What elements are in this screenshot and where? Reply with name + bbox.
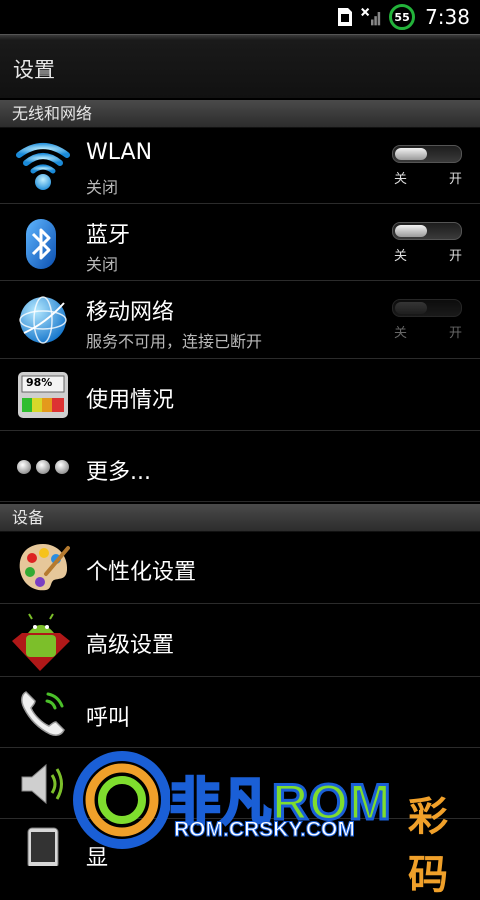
toggle-off-label: 关 xyxy=(394,172,408,187)
page-title: 设置 xyxy=(13,58,55,82)
toggle-on-label: 开 xyxy=(449,172,463,187)
settings-item-label: 显 xyxy=(86,846,109,871)
no-signal-icon xyxy=(361,7,381,26)
settings-item-mobile-network[interactable]: 移动网络 服务不可用，连接已断开 关 开 xyxy=(0,282,480,359)
settings-item-data-usage[interactable]: 98% 使用情况 xyxy=(0,360,480,431)
settings-item-summary: 服务不可用，连接已断开 xyxy=(86,332,263,351)
usage-badge: 98% xyxy=(26,376,53,389)
settings-item-sound[interactable] xyxy=(0,749,480,819)
bluetooth-toggle[interactable] xyxy=(392,222,462,240)
toggle-on-label: 开 xyxy=(449,326,463,341)
battery-level: 55 xyxy=(394,10,410,24)
settings-item-summary: 关闭 xyxy=(86,255,119,274)
settings-item-label: 使用情况 xyxy=(86,388,175,413)
settings-item-label: 个性化设置 xyxy=(86,560,197,585)
clock: 7:38 xyxy=(425,5,470,29)
settings-item-label: 高级设置 xyxy=(86,633,175,658)
toggle-off-label: 关 xyxy=(394,326,408,341)
section-header-device: 设备 xyxy=(0,504,480,532)
sd-card-icon xyxy=(338,8,353,26)
mobile-network-toggle[interactable] xyxy=(392,299,462,317)
toggle-off-label: 关 xyxy=(394,249,408,264)
settings-item-wlan[interactable]: WLAN 关闭 关 开 xyxy=(0,128,480,204)
settings-item-personalize[interactable]: 个性化设置 xyxy=(0,532,480,604)
settings-item-label: WLAN xyxy=(86,140,153,165)
android-icon xyxy=(12,613,70,671)
palette-icon xyxy=(19,544,70,591)
wlan-toggle[interactable] xyxy=(392,145,462,163)
speaker-icon xyxy=(21,763,63,805)
settings-item-label: 移动网络 xyxy=(86,300,175,325)
phone-icon xyxy=(21,691,65,736)
status-bar: 55 7:38 xyxy=(0,0,480,34)
settings-item-label: 蓝牙 xyxy=(86,223,131,248)
settings-item-bluetooth[interactable]: 蓝牙 关闭 关 开 xyxy=(0,205,480,281)
globe-icon xyxy=(19,296,67,344)
settings-item-label: 更多... xyxy=(86,460,151,485)
title-bar: 设置 xyxy=(0,34,480,98)
settings-item-label: 呼叫 xyxy=(86,706,131,731)
settings-item-more[interactable]: 更多... xyxy=(0,432,480,502)
settings-item-display[interactable]: 显 xyxy=(0,820,480,871)
settings-item-call[interactable]: 呼叫 xyxy=(0,678,480,748)
settings-item-summary: 关闭 xyxy=(86,178,119,197)
display-icon xyxy=(27,827,59,866)
settings-item-advanced[interactable]: 高级设置 xyxy=(0,605,480,677)
battery-icon: 55 xyxy=(389,4,416,30)
section-header-wireless: 无线和网络 xyxy=(0,100,480,128)
bluetooth-icon xyxy=(26,219,56,269)
more-dots-icon xyxy=(17,460,69,474)
toggle-on-label: 开 xyxy=(449,249,463,264)
wifi-icon xyxy=(16,143,70,190)
